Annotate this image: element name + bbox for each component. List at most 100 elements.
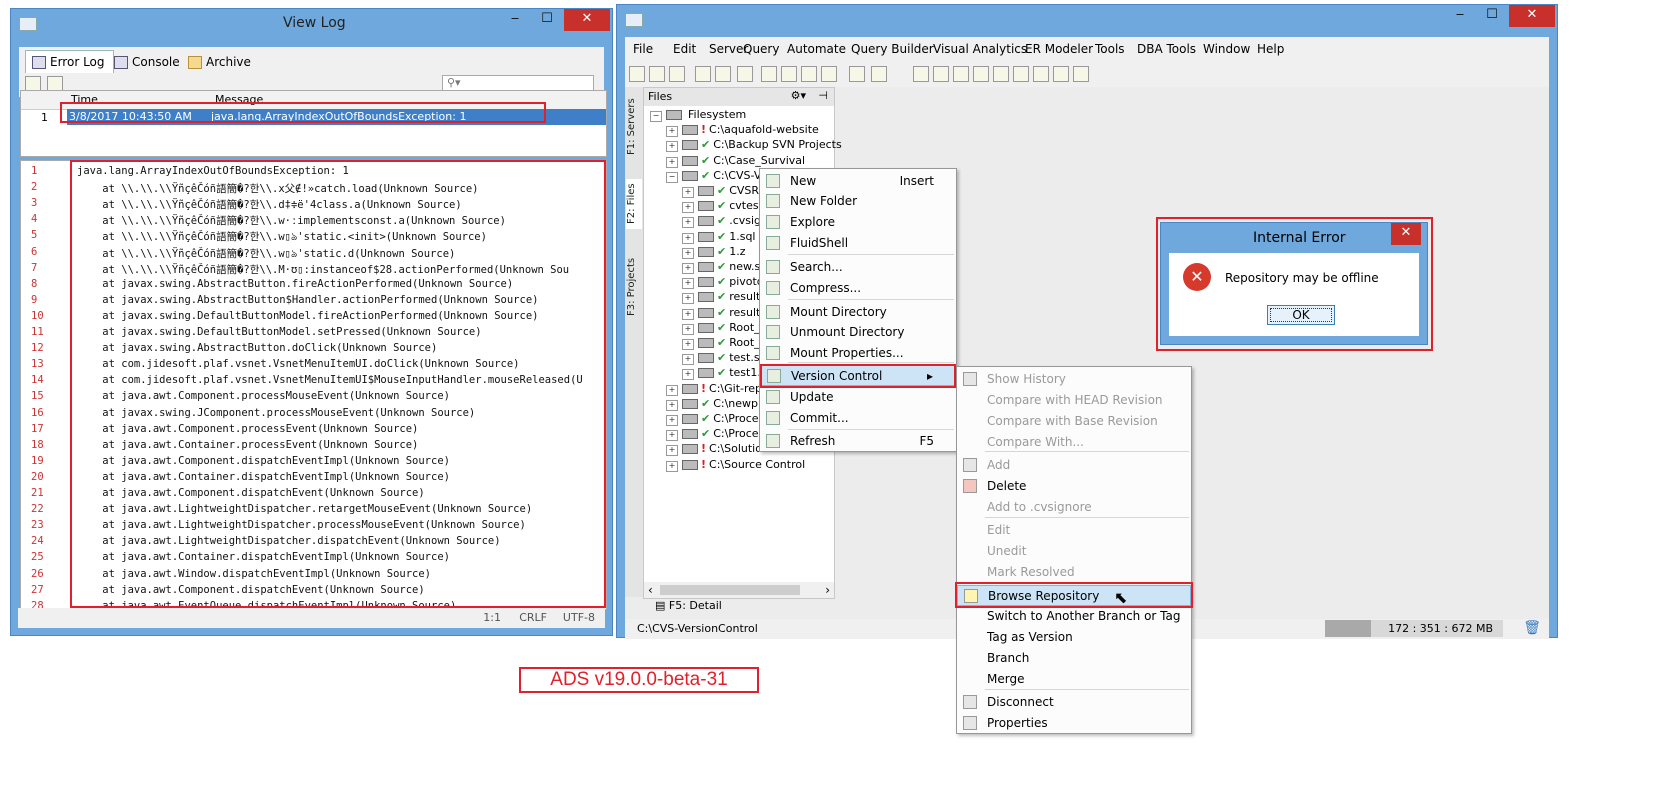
menu-item-add-to-cvsignore[interactable]: Add to .cvsignore [957, 497, 1191, 518]
tree-item[interactable]: + ✔ Root_2 [682, 336, 767, 350]
tree-item[interactable]: − Filesystem [650, 108, 746, 122]
toolbar-icon[interactable] [849, 66, 865, 82]
menu-item-properties[interactable]: Properties [957, 713, 1191, 734]
trash-icon[interactable]: 🗑 [1523, 620, 1541, 636]
menu-item-refresh[interactable]: Refresh F5 [760, 431, 956, 452]
expand-icon[interactable]: + [666, 156, 678, 168]
expand-icon[interactable]: − [666, 171, 678, 183]
scroll-thumb[interactable] [660, 585, 800, 595]
tree-item[interactable]: + ✔ 1.z [682, 245, 746, 259]
toolbar-icon[interactable] [781, 66, 797, 82]
toolbar-icon[interactable] [821, 66, 837, 82]
close-icon[interactable]: ✕ [564, 9, 610, 31]
menu-item-switch-to-another-branch-or-tag[interactable]: Switch to Another Branch or Tag [957, 606, 1191, 627]
expand-icon[interactable]: + [666, 415, 678, 426]
toolbar-icon[interactable] [953, 66, 969, 82]
expand-icon[interactable]: + [682, 308, 694, 320]
ok-button[interactable]: OK [1267, 305, 1335, 325]
toolbar-icon[interactable] [715, 66, 731, 82]
menu-item-show-history[interactable]: Show History [957, 369, 1191, 390]
maximize-icon[interactable]: ☐ [1477, 5, 1507, 27]
tree-item[interactable]: +! C:\Solution [666, 442, 769, 457]
menu-file[interactable]: File [633, 42, 653, 56]
menu-tools[interactable]: Tools [1095, 42, 1125, 56]
view-log-titlebar[interactable]: View Log ‒ ☐ ✕ [11, 9, 612, 39]
tree-item[interactable]: + ✔ C:\Case_Survival [666, 154, 805, 168]
tree-item[interactable]: + ✔ Root_1 [682, 321, 767, 335]
tree-item[interactable]: + ✔ new.sql [682, 260, 770, 274]
tree-item[interactable]: +! C:\Source Control [666, 458, 805, 472]
toolbar-icon[interactable] [1073, 66, 1089, 82]
toolbar-icon[interactable] [1053, 66, 1069, 82]
tab-files[interactable]: F2: Files [626, 179, 642, 229]
toolbar-icon[interactable] [669, 66, 685, 82]
menu-item-branch[interactable]: Branch [957, 648, 1191, 669]
expand-icon[interactable]: + [666, 141, 678, 153]
menu-item-add[interactable]: Add [957, 455, 1191, 476]
expand-icon[interactable]: + [666, 399, 678, 411]
toolbar-icon[interactable] [973, 66, 989, 82]
menu-item-mark-resolved[interactable]: Mark Resolved [957, 562, 1191, 583]
menu-item-mount-properties[interactable]: Mount Properties... [760, 343, 956, 364]
settings-icon[interactable]: ⚙▾ [791, 89, 806, 102]
toolbar-icon[interactable] [649, 66, 665, 82]
menu-item-unedit[interactable]: Unedit [957, 541, 1191, 562]
toolbar-icon[interactable] [871, 66, 887, 82]
expand-icon[interactable]: + [682, 323, 694, 335]
expand-icon[interactable]: + [666, 126, 678, 138]
expand-icon[interactable]: + [682, 217, 694, 229]
expand-icon[interactable]: + [682, 202, 694, 214]
expand-icon[interactable]: + [682, 247, 694, 259]
expand-icon[interactable]: + [682, 339, 694, 350]
toolbar-icon[interactable] [933, 66, 949, 82]
menu-item-new[interactable]: New Insert [760, 171, 956, 192]
toolbar-icon[interactable] [913, 66, 929, 82]
menu-item-compare-with[interactable]: Compare With... [957, 432, 1191, 453]
tree-item[interactable]: + ✔ C:\Backup SVN Projects [666, 138, 842, 153]
toolbar-icon[interactable] [1033, 66, 1049, 82]
menu-item-unmount-directory[interactable]: Unmount Directory [760, 322, 956, 343]
menu-item-new-folder[interactable]: New Folder [760, 191, 956, 212]
tree-item[interactable]: + ✔ C:\Process [666, 427, 770, 442]
minimize-icon[interactable]: ‒ [500, 9, 530, 31]
menu-item-mount-directory[interactable]: Mount Directory [760, 302, 956, 323]
menu-item-disconnect[interactable]: Disconnect [957, 692, 1191, 713]
horizontal-scrollbar[interactable]: ‹ › [644, 582, 834, 598]
tree-item[interactable]: + ✔ test.sql [682, 351, 770, 366]
expand-icon[interactable]: + [666, 430, 678, 442]
expand-icon[interactable]: + [682, 354, 694, 366]
menu-item-compare-with-head-revision[interactable]: Compare with HEAD Revision [957, 390, 1191, 411]
scroll-left-icon[interactable]: ‹ [648, 583, 653, 597]
main-titlebar[interactable]: ‒ ☐ ✕ [617, 5, 1557, 35]
toolbar-icon[interactable] [1013, 66, 1029, 82]
menu-item-update[interactable]: Update [760, 387, 956, 408]
tab-projects[interactable]: F3: Projects [626, 255, 642, 319]
expand-icon[interactable]: + [682, 293, 694, 305]
menu-item-explore[interactable]: Explore [760, 212, 956, 233]
tab-error-log[interactable]: Error Log [25, 50, 114, 73]
expand-icon[interactable]: + [682, 232, 694, 244]
toolbar-icon[interactable] [629, 66, 645, 82]
menu-item-compress[interactable]: Compress... [760, 278, 956, 299]
pin-icon[interactable]: ⊣ [818, 89, 828, 102]
expand-icon[interactable]: − [650, 111, 662, 122]
menu-er-modeler[interactable]: ER Modeler [1025, 42, 1093, 56]
tree-item[interactable]: + ✔ 1.sql [682, 230, 755, 244]
tab-archive[interactable]: Archive [181, 50, 260, 74]
expand-icon[interactable]: + [682, 369, 694, 381]
menu-item-compare-with-base-revision[interactable]: Compare with Base Revision [957, 411, 1191, 432]
toolbar-icon[interactable] [993, 66, 1009, 82]
scroll-right-icon[interactable]: › [825, 583, 830, 597]
menu-item-commit[interactable]: Commit... [760, 408, 956, 429]
menu-item-delete[interactable]: Delete [957, 476, 1191, 497]
menu-item-search[interactable]: Search... [760, 257, 956, 278]
menu-help[interactable]: Help [1257, 42, 1284, 56]
close-icon[interactable]: ✕ [1509, 5, 1555, 27]
menu-dba-tools[interactable]: DBA Tools [1137, 42, 1196, 56]
tab-console[interactable]: Console [107, 50, 189, 74]
menu-edit[interactable]: Edit [673, 42, 696, 56]
menu-item-tag-as-version[interactable]: Tag as Version [957, 627, 1191, 648]
menu-item-merge[interactable]: Merge [957, 669, 1191, 690]
expand-icon[interactable]: + [666, 384, 678, 396]
menu-query-builder[interactable]: Query Builder [851, 42, 934, 56]
